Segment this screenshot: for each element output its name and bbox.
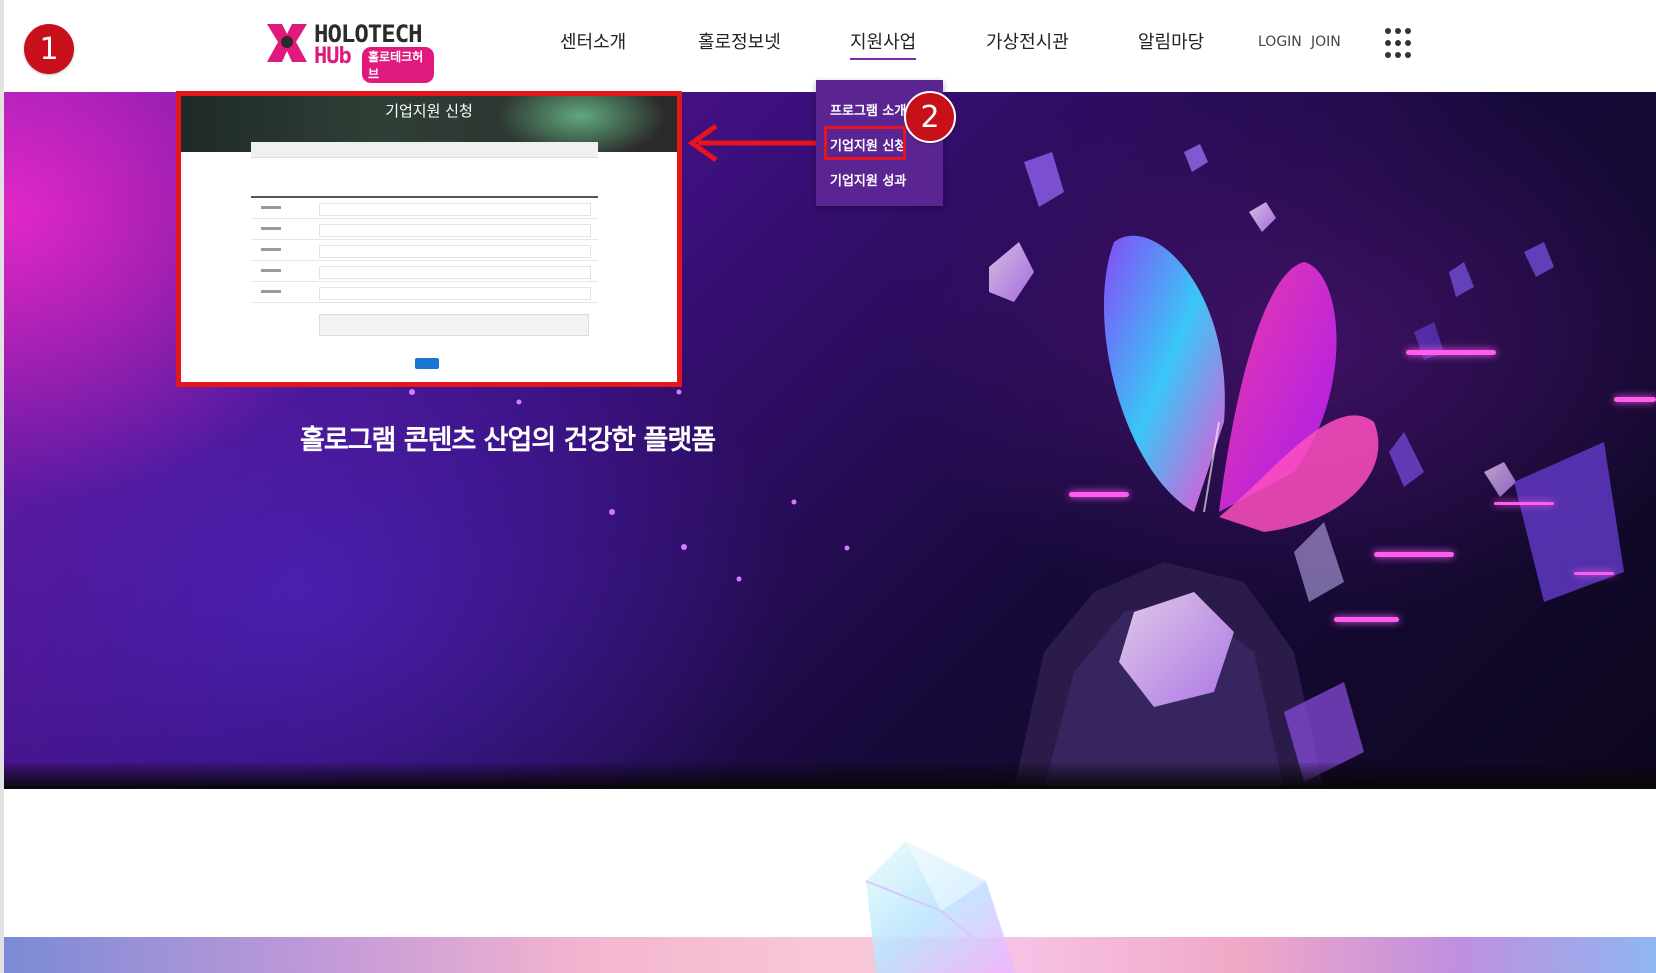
preview-title: 기업지원 신청 bbox=[385, 102, 473, 120]
login-link[interactable]: LOGIN bbox=[1258, 34, 1302, 50]
logo-mark-icon bbox=[267, 24, 307, 62]
light-streak bbox=[1069, 492, 1129, 497]
highlight-box bbox=[824, 126, 906, 160]
light-streak bbox=[1494, 502, 1554, 505]
step-2-badge: 2 bbox=[904, 91, 956, 143]
logo-hub: HUb bbox=[314, 44, 352, 69]
preview-form-row bbox=[251, 261, 598, 282]
preview-form-row bbox=[251, 240, 598, 261]
light-streak bbox=[1374, 552, 1454, 557]
gradient-strip bbox=[4, 937, 1656, 973]
preview-form-row bbox=[251, 219, 598, 240]
light-streak bbox=[1614, 397, 1656, 402]
page: 1 HOLOTECH HUb 홀로테크허브 센터소개 홀로정보넷 지원사업 가상… bbox=[0, 0, 1656, 973]
light-streak bbox=[1334, 617, 1399, 622]
lower-section bbox=[4, 789, 1656, 973]
preview-breadcrumb-bar bbox=[251, 142, 598, 158]
glass-prism-illustration bbox=[866, 841, 1016, 973]
holotech-hub-logo[interactable]: HOLOTECH HUb 홀로테크허브 bbox=[264, 20, 434, 83]
grid-dots-icon[interactable] bbox=[1385, 28, 1413, 60]
nav-holo-infonet[interactable]: 홀로정보넷 bbox=[698, 28, 781, 58]
preview-form-row bbox=[251, 282, 598, 303]
nav-support-business[interactable]: 지원사업 bbox=[850, 28, 917, 60]
nav-virtual-exhibition[interactable]: 가상전시관 bbox=[986, 28, 1069, 58]
step-1-badge: 1 bbox=[24, 24, 74, 74]
preview-submit-button bbox=[415, 358, 439, 369]
nav-center-intro[interactable]: 센터소개 bbox=[560, 28, 626, 58]
logo-korean-label: 홀로테크허브 bbox=[362, 47, 434, 83]
site-header: 1 HOLOTECH HUb 홀로테크허브 센터소개 홀로정보넷 지원사업 가상… bbox=[4, 0, 1656, 92]
arrow-left-icon bbox=[687, 123, 824, 163]
join-link[interactable]: JOIN bbox=[1311, 34, 1341, 50]
nav-notice-board[interactable]: 알림마당 bbox=[1138, 28, 1204, 58]
hero-bottom-fade bbox=[4, 763, 1656, 789]
light-streak bbox=[1406, 350, 1496, 355]
preview-form-row bbox=[251, 198, 598, 219]
hero-tagline: 홀로그램 콘텐츠 산업의 건강한 플랫폼 bbox=[300, 425, 716, 456]
menu-item-program-intro[interactable]: 프로그램 소개 bbox=[830, 100, 906, 119]
preview-file-upload bbox=[319, 314, 589, 336]
support-application-preview: 기업지원 신청 bbox=[176, 91, 682, 387]
light-streak bbox=[1574, 572, 1614, 575]
menu-item-support-results[interactable]: 기업지원 성과 bbox=[830, 170, 906, 189]
